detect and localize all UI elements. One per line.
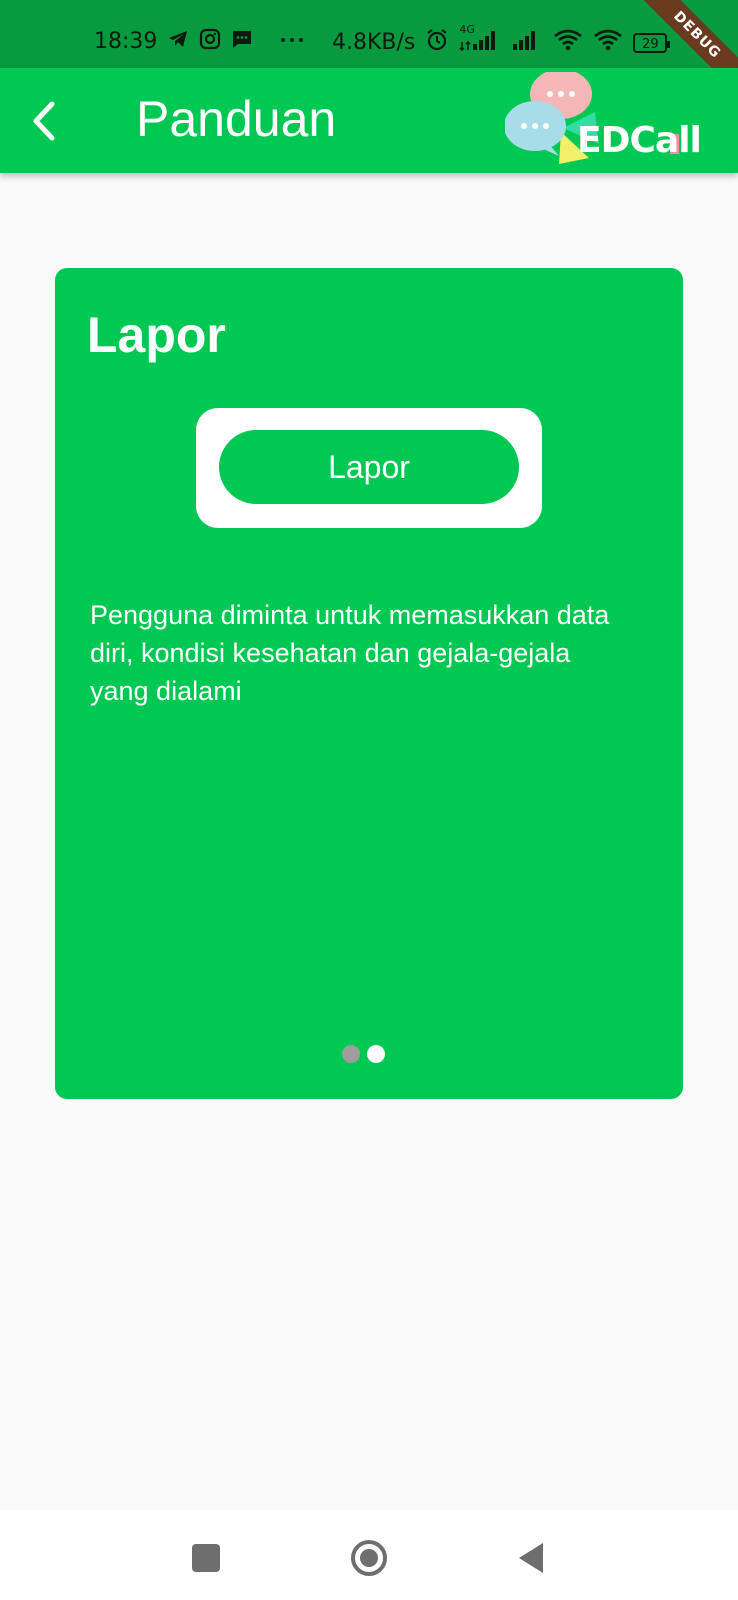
back-triangle-icon [519, 1543, 543, 1573]
instagram-icon [199, 28, 221, 55]
system-nav-bar [0, 1510, 738, 1600]
home-button[interactable] [349, 1538, 389, 1578]
brand-name: EDCall [577, 120, 702, 161]
status-left: 18:39 [94, 28, 305, 55]
telegram-icon [167, 28, 189, 55]
more-icon [279, 28, 305, 55]
status-time: 18:39 [94, 29, 158, 54]
brand-logo: EDCall [505, 72, 715, 172]
card-description: Pengguna diminta untuk memasukkan data d… [90, 600, 610, 706]
page-dot-2[interactable] [367, 1045, 385, 1063]
battery-icon: 29 [633, 32, 671, 53]
nav-back-button[interactable] [511, 1538, 551, 1578]
page-title: Panduan [136, 91, 337, 147]
status-right: 4.8KB/s 4G 29 [332, 23, 671, 57]
back-arrow-icon [33, 101, 55, 141]
wifi-icon [553, 28, 583, 57]
wifi-icon [593, 28, 623, 57]
alarm-icon [425, 28, 449, 57]
status-bar: 18:39 4.8KB/s 4G 29 DEBUG [0, 0, 738, 105]
back-button[interactable] [22, 96, 68, 146]
card-title: Lapor [87, 307, 226, 363]
battery-level: 29 [642, 36, 659, 52]
network-type: 4G [459, 23, 475, 36]
net-speed: 4.8KB/s [332, 30, 416, 55]
recents-button[interactable] [186, 1538, 226, 1578]
page-indicator [342, 1045, 385, 1063]
lapor-button[interactable]: Lapor [219, 430, 519, 504]
app-bar: Panduan EDCall [0, 68, 738, 173]
guide-card[interactable]: Lapor Lapor Pengguna diminta untuk memas… [55, 268, 683, 1099]
home-circle-icon [351, 1540, 387, 1576]
demo-button-frame: Lapor [196, 408, 542, 528]
signal-icon [509, 28, 543, 57]
message-icon [231, 28, 253, 55]
recents-square-icon [192, 1544, 220, 1572]
page-dot-1[interactable] [342, 1045, 360, 1063]
signal-icon: 4G [459, 23, 499, 57]
